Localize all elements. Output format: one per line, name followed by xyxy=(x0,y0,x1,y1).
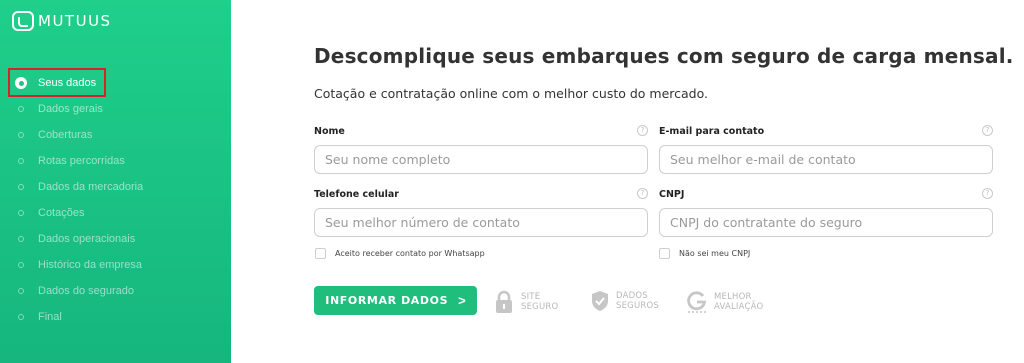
badge-text: MELHOR AVALIAÇÃO xyxy=(714,292,764,312)
badge-text: DADOS SEGUROS xyxy=(616,291,659,311)
checkbox-box[interactable] xyxy=(315,248,326,259)
step-rotas-percorridas[interactable]: Rotas percorridas xyxy=(0,148,231,174)
email-label: E-mail para contato xyxy=(659,126,765,137)
step-dot-icon xyxy=(18,288,24,294)
step-label: Dados do segurado xyxy=(38,285,135,297)
step-dot-icon xyxy=(18,184,24,190)
melhor-avaliacao-badge: MELHOR AVALIAÇÃO xyxy=(686,290,763,314)
page-title: Descomplique seus embarques com seguro d… xyxy=(314,44,1014,68)
telefone-label: Telefone celular xyxy=(314,189,399,200)
step-dot-icon xyxy=(18,262,24,268)
logo-icon xyxy=(12,11,34,31)
chevron-right-icon: > xyxy=(458,293,466,308)
no-cnpj-checkbox-label: Não sei meu CNPJ xyxy=(679,249,751,258)
site-seguro-badge: SITE SEGURO xyxy=(493,290,558,314)
page-subtitle: Cotação e contratação online com o melho… xyxy=(314,86,709,101)
email-input[interactable] xyxy=(659,145,993,174)
telefone-input[interactable] xyxy=(314,208,648,237)
step-dot-icon xyxy=(18,106,24,112)
no-cnpj-checkbox[interactable]: Não sei meu CNPJ xyxy=(659,248,750,259)
step-label: Dados operacionais xyxy=(38,233,136,245)
whatsapp-checkbox[interactable]: Aceito receber contato por Whatsapp xyxy=(315,248,485,259)
step-dados-da-mercadoria[interactable]: Dados da mercadoria xyxy=(0,174,231,200)
sidebar: MUTUUS Seus dados Dados gerais Cobertura… xyxy=(0,0,231,363)
step-label: Dados gerais xyxy=(38,103,103,115)
step-cotacoes[interactable]: Cotações xyxy=(0,200,231,226)
dados-seguros-badge: DADOS SEGUROS xyxy=(590,290,659,312)
google-rating-icon xyxy=(687,291,707,313)
step-label: Dados da mercadoria xyxy=(38,181,144,193)
cnpj-input[interactable] xyxy=(659,208,993,237)
step-dot-icon xyxy=(18,236,24,242)
brand-name: MUTUUS xyxy=(38,12,112,30)
brand-logo[interactable]: MUTUUS xyxy=(12,11,112,31)
step-dados-operacionais[interactable]: Dados operacionais xyxy=(0,226,231,252)
step-label: Final xyxy=(38,311,62,323)
step-list: Seus dados Dados gerais Coberturas Rotas… xyxy=(0,70,231,330)
nome-label: Nome xyxy=(314,126,345,137)
page: MUTUUS Seus dados Dados gerais Cobertura… xyxy=(0,0,1024,363)
help-icon[interactable]: ? xyxy=(982,188,993,199)
step-coberturas[interactable]: Coberturas xyxy=(0,122,231,148)
help-icon[interactable]: ? xyxy=(637,125,648,136)
step-label: Coberturas xyxy=(38,129,93,141)
step-label: Histórico da empresa xyxy=(38,259,142,271)
step-dot-icon xyxy=(18,158,24,164)
step-dot-icon xyxy=(18,210,24,216)
active-step-highlight xyxy=(8,68,106,97)
whatsapp-checkbox-label: Aceito receber contato por Whatsapp xyxy=(335,249,485,258)
step-final[interactable]: Final xyxy=(0,304,231,330)
step-historico-da-empresa[interactable]: Histórico da empresa xyxy=(0,252,231,278)
shield-check-icon xyxy=(592,291,608,311)
checkbox-box[interactable] xyxy=(659,248,670,259)
help-icon[interactable]: ? xyxy=(637,188,648,199)
help-icon[interactable]: ? xyxy=(982,125,993,136)
step-dados-do-segurado[interactable]: Dados do segurado xyxy=(0,278,231,304)
step-label: Rotas percorridas xyxy=(38,155,125,167)
step-label: Cotações xyxy=(38,207,85,219)
cnpj-label: CNPJ xyxy=(659,189,685,200)
step-dados-gerais[interactable]: Dados gerais xyxy=(0,96,231,122)
step-dot-icon xyxy=(18,132,24,138)
nome-input[interactable] xyxy=(314,145,648,174)
informar-dados-button[interactable]: INFORMAR DADOS > xyxy=(314,286,477,315)
step-dot-icon xyxy=(18,314,24,320)
button-label: INFORMAR DADOS xyxy=(325,294,449,307)
lock-icon xyxy=(496,290,512,313)
badge-text: SITE SEGURO xyxy=(521,292,559,312)
